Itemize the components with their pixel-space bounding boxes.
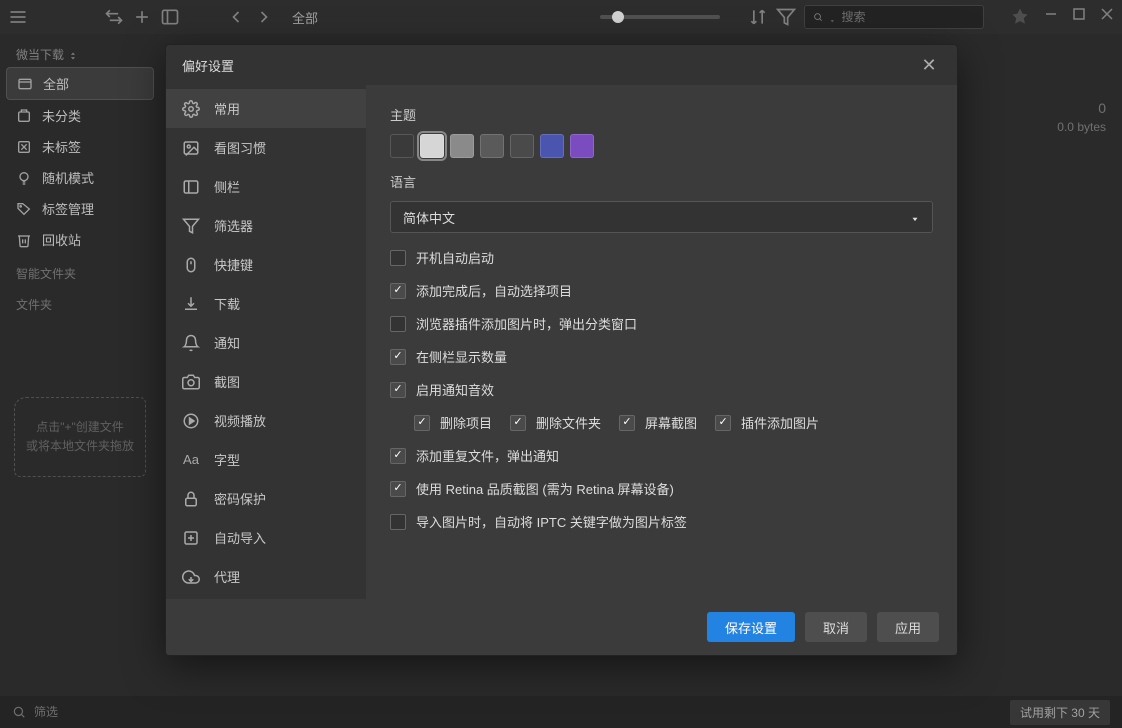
checkbox[interactable] — [390, 514, 406, 530]
play-icon — [182, 412, 200, 430]
checkbox[interactable] — [390, 349, 406, 365]
download-icon — [182, 295, 200, 313]
nav-label: 字型 — [214, 450, 240, 469]
checkbox[interactable] — [715, 415, 731, 431]
nav-proxy[interactable]: 代理 — [166, 557, 366, 596]
nav-label: 筛选器 — [214, 216, 253, 235]
nav-label: 自动导入 — [214, 528, 266, 547]
chevron-down-icon — [910, 212, 920, 222]
sidebar-icon — [182, 178, 200, 196]
theme-swatches — [390, 134, 933, 158]
gear-icon — [182, 100, 200, 118]
nav-general[interactable]: 常用 — [166, 89, 366, 128]
swatch-purple[interactable] — [570, 134, 594, 158]
funnel-icon — [182, 217, 200, 235]
notify-subgroup: 删除项目 删除文件夹 屏幕截图 插件添加图片 — [414, 406, 933, 439]
swatch-gray1[interactable] — [450, 134, 474, 158]
modal-footer: 保存设置 取消 应用 — [166, 599, 957, 655]
language-label: 语言 — [390, 172, 933, 191]
check-sub-delete[interactable]: 删除项目 — [414, 413, 492, 432]
nav-video[interactable]: 视频播放 — [166, 401, 366, 440]
modal-content: 主题 语言 简体中文 开机自动启动 添加完成后，自动选择项目 浏览器插件添加图片… — [366, 85, 957, 599]
nav-autoimport[interactable]: 自动导入 — [166, 518, 366, 557]
swatch-dark[interactable] — [390, 134, 414, 158]
nav-notify[interactable]: 通知 — [166, 323, 366, 362]
nav-screenshot[interactable]: 截图 — [166, 362, 366, 401]
checkbox[interactable] — [390, 250, 406, 266]
bell-icon — [182, 334, 200, 352]
checkbox[interactable] — [390, 283, 406, 299]
nav-label: 代理 — [214, 567, 240, 586]
modal-close-button[interactable]: ✕ — [917, 53, 941, 77]
swatch-light[interactable] — [420, 134, 444, 158]
nav-label: 侧栏 — [214, 177, 240, 196]
check-autoselect[interactable]: 添加完成后，自动选择项目 — [390, 274, 933, 307]
checkbox[interactable] — [390, 382, 406, 398]
nav-label: 看图习惯 — [214, 138, 266, 157]
language-value: 简体中文 — [403, 208, 455, 227]
swatch-blue[interactable] — [540, 134, 564, 158]
check-retina[interactable]: 使用 Retina 品质截图 (需为 Retina 屏幕设备) — [390, 472, 933, 505]
checkbox[interactable] — [414, 415, 430, 431]
nav-sidebar[interactable]: 侧栏 — [166, 167, 366, 206]
nav-filter[interactable]: 筛选器 — [166, 206, 366, 245]
checkbox[interactable] — [619, 415, 635, 431]
image-icon — [182, 139, 200, 157]
save-button[interactable]: 保存设置 — [707, 612, 795, 642]
cancel-button[interactable]: 取消 — [805, 612, 867, 642]
preferences-modal: 偏好设置 ✕ 常用 看图习惯 侧栏 筛选器 快捷键 下载 通知 截图 视频播放 … — [165, 44, 958, 656]
import-icon — [182, 529, 200, 547]
nav-label: 快捷键 — [214, 255, 253, 274]
check-showcount[interactable]: 在侧栏显示数量 — [390, 340, 933, 373]
apply-button[interactable]: 应用 — [877, 612, 939, 642]
theme-label: 主题 — [390, 105, 933, 124]
checkbox[interactable] — [390, 481, 406, 497]
check-sub-deletefolder[interactable]: 删除文件夹 — [510, 413, 601, 432]
nav-label: 截图 — [214, 372, 240, 391]
nav-download[interactable]: 下载 — [166, 284, 366, 323]
nav-viewing[interactable]: 看图习惯 — [166, 128, 366, 167]
nav-label: 通知 — [214, 333, 240, 352]
check-notifysound[interactable]: 启用通知音效 — [390, 373, 933, 406]
checkbox[interactable] — [390, 316, 406, 332]
checkbox[interactable] — [390, 448, 406, 464]
nav-shortcuts[interactable]: 快捷键 — [166, 245, 366, 284]
check-iptc[interactable]: 导入图片时，自动将 IPTC 关键字做为图片标签 — [390, 505, 933, 538]
swatch-gray3[interactable] — [510, 134, 534, 158]
lock-icon — [182, 490, 200, 508]
language-select[interactable]: 简体中文 — [390, 201, 933, 233]
check-autostart[interactable]: 开机自动启动 — [390, 241, 933, 274]
camera-icon — [182, 373, 200, 391]
check-sub-screenshot[interactable]: 屏幕截图 — [619, 413, 697, 432]
cloud-icon — [182, 568, 200, 586]
nav-label: 密码保护 — [214, 489, 266, 508]
checkbox[interactable] — [510, 415, 526, 431]
nav-font[interactable]: Aa 字型 — [166, 440, 366, 479]
nav-label: 下载 — [214, 294, 240, 313]
modal-nav: 常用 看图习惯 侧栏 筛选器 快捷键 下载 通知 截图 视频播放 Aa 字型 密码… — [166, 85, 366, 599]
modal-title: 偏好设置 — [182, 56, 234, 75]
modal-header: 偏好设置 ✕ — [166, 45, 957, 85]
swatch-gray2[interactable] — [480, 134, 504, 158]
mouse-icon — [182, 256, 200, 274]
check-sub-plugin[interactable]: 插件添加图片 — [715, 413, 819, 432]
nav-label: 视频播放 — [214, 411, 266, 430]
check-popup[interactable]: 浏览器插件添加图片时，弹出分类窗口 — [390, 307, 933, 340]
nav-password[interactable]: 密码保护 — [166, 479, 366, 518]
check-dupnotify[interactable]: 添加重复文件，弹出通知 — [390, 439, 933, 472]
nav-label: 常用 — [214, 99, 240, 118]
font-icon: Aa — [182, 451, 200, 469]
